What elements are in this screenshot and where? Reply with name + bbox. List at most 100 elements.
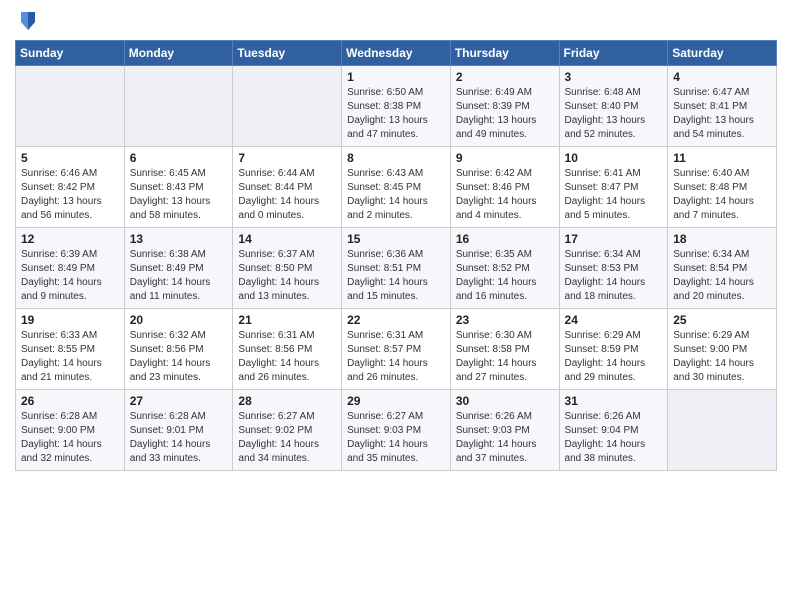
day-number: 6 xyxy=(130,151,228,165)
day-cell: 13 Sunrise: 6:38 AM Sunset: 8:49 PM Dayli… xyxy=(124,228,233,309)
day-cell: 30 Sunrise: 6:26 AM Sunset: 9:03 PM Dayli… xyxy=(450,390,559,471)
header-day-friday: Friday xyxy=(559,41,668,66)
page-header xyxy=(15,10,777,32)
day-number: 3 xyxy=(565,70,663,84)
day-cell: 18 Sunrise: 6:34 AM Sunset: 8:54 PM Dayli… xyxy=(668,228,777,309)
day-number: 7 xyxy=(238,151,336,165)
day-number: 4 xyxy=(673,70,771,84)
week-row-5: 26 Sunrise: 6:28 AM Sunset: 9:00 PM Dayli… xyxy=(16,390,777,471)
day-info: Sunrise: 6:27 AM Sunset: 9:03 PM Dayligh… xyxy=(347,410,445,466)
logo-icon xyxy=(19,10,37,32)
day-info: Sunrise: 6:44 AM Sunset: 8:44 PM Dayligh… xyxy=(238,167,336,223)
day-info: Sunrise: 6:26 AM Sunset: 9:04 PM Dayligh… xyxy=(565,410,663,466)
day-info: Sunrise: 6:27 AM Sunset: 9:02 PM Dayligh… xyxy=(238,410,336,466)
logo xyxy=(15,10,37,32)
week-row-1: 1 Sunrise: 6:50 AM Sunset: 8:38 PM Daylig… xyxy=(16,66,777,147)
calendar-table: SundayMondayTuesdayWednesdayThursdayFrid… xyxy=(15,40,777,471)
day-number: 18 xyxy=(673,232,771,246)
calendar-body: 1 Sunrise: 6:50 AM Sunset: 8:38 PM Daylig… xyxy=(16,66,777,471)
day-number: 19 xyxy=(21,313,119,327)
day-info: Sunrise: 6:32 AM Sunset: 8:56 PM Dayligh… xyxy=(130,329,228,385)
day-info: Sunrise: 6:29 AM Sunset: 8:59 PM Dayligh… xyxy=(565,329,663,385)
day-cell: 2 Sunrise: 6:49 AM Sunset: 8:39 PM Daylig… xyxy=(450,66,559,147)
day-info: Sunrise: 6:37 AM Sunset: 8:50 PM Dayligh… xyxy=(238,248,336,304)
day-info: Sunrise: 6:42 AM Sunset: 8:46 PM Dayligh… xyxy=(456,167,554,223)
day-cell: 27Sunrise: 6:28 AM Sunset: 9:01 PM Dayli… xyxy=(124,390,233,471)
header-day-wednesday: Wednesday xyxy=(342,41,451,66)
day-number: 14 xyxy=(238,232,336,246)
day-number: 26 xyxy=(21,394,119,408)
day-number: 1 xyxy=(347,70,445,84)
day-info: Sunrise: 6:41 AM Sunset: 8:47 PM Dayligh… xyxy=(565,167,663,223)
day-cell xyxy=(16,66,125,147)
day-cell: 10 Sunrise: 6:41 AM Sunset: 8:47 PM Dayli… xyxy=(559,147,668,228)
week-row-2: 5Sunrise: 6:46 AM Sunset: 8:42 PM Daylig… xyxy=(16,147,777,228)
day-cell: 23 Sunrise: 6:30 AM Sunset: 8:58 PM Dayli… xyxy=(450,309,559,390)
day-number: 16 xyxy=(456,232,554,246)
header-day-thursday: Thursday xyxy=(450,41,559,66)
day-number: 17 xyxy=(565,232,663,246)
day-number: 29 xyxy=(347,394,445,408)
day-cell: 25Sunrise: 6:29 AM Sunset: 9:00 PM Dayli… xyxy=(668,309,777,390)
day-info: Sunrise: 6:36 AM Sunset: 8:51 PM Dayligh… xyxy=(347,248,445,304)
day-info: Sunrise: 6:39 AM Sunset: 8:49 PM Dayligh… xyxy=(21,248,119,304)
day-cell: 5Sunrise: 6:46 AM Sunset: 8:42 PM Daylig… xyxy=(16,147,125,228)
day-cell xyxy=(668,390,777,471)
day-number: 23 xyxy=(456,313,554,327)
day-cell: 3 Sunrise: 6:48 AM Sunset: 8:40 PM Daylig… xyxy=(559,66,668,147)
day-info: Sunrise: 6:34 AM Sunset: 8:53 PM Dayligh… xyxy=(565,248,663,304)
day-number: 22 xyxy=(347,313,445,327)
day-cell: 19 Sunrise: 6:33 AM Sunset: 8:55 PM Dayli… xyxy=(16,309,125,390)
week-row-4: 19 Sunrise: 6:33 AM Sunset: 8:55 PM Dayli… xyxy=(16,309,777,390)
day-number: 30 xyxy=(456,394,554,408)
day-number: 9 xyxy=(456,151,554,165)
day-cell: 22 Sunrise: 6:31 AM Sunset: 8:57 PM Dayli… xyxy=(342,309,451,390)
day-cell: 29 Sunrise: 6:27 AM Sunset: 9:03 PM Dayli… xyxy=(342,390,451,471)
day-number: 2 xyxy=(456,70,554,84)
day-info: Sunrise: 6:43 AM Sunset: 8:45 PM Dayligh… xyxy=(347,167,445,223)
header-day-monday: Monday xyxy=(124,41,233,66)
day-cell: 4Sunrise: 6:47 AM Sunset: 8:41 PM Daylig… xyxy=(668,66,777,147)
day-info: Sunrise: 6:28 AM Sunset: 9:00 PM Dayligh… xyxy=(21,410,119,466)
day-info: Sunrise: 6:31 AM Sunset: 8:57 PM Dayligh… xyxy=(347,329,445,385)
day-cell: 26 Sunrise: 6:28 AM Sunset: 9:00 PM Dayli… xyxy=(16,390,125,471)
week-row-3: 12 Sunrise: 6:39 AM Sunset: 8:49 PM Dayli… xyxy=(16,228,777,309)
header-row: SundayMondayTuesdayWednesdayThursdayFrid… xyxy=(16,41,777,66)
day-info: Sunrise: 6:38 AM Sunset: 8:49 PM Dayligh… xyxy=(130,248,228,304)
header-day-tuesday: Tuesday xyxy=(233,41,342,66)
day-number: 10 xyxy=(565,151,663,165)
header-day-sunday: Sunday xyxy=(16,41,125,66)
day-cell: 14 Sunrise: 6:37 AM Sunset: 8:50 PM Dayli… xyxy=(233,228,342,309)
day-cell: 24Sunrise: 6:29 AM Sunset: 8:59 PM Dayli… xyxy=(559,309,668,390)
day-number: 11 xyxy=(673,151,771,165)
day-info: Sunrise: 6:30 AM Sunset: 8:58 PM Dayligh… xyxy=(456,329,554,385)
day-info: Sunrise: 6:26 AM Sunset: 9:03 PM Dayligh… xyxy=(456,410,554,466)
day-cell: 1 Sunrise: 6:50 AM Sunset: 8:38 PM Daylig… xyxy=(342,66,451,147)
day-info: Sunrise: 6:50 AM Sunset: 8:38 PM Dayligh… xyxy=(347,86,445,142)
day-info: Sunrise: 6:28 AM Sunset: 9:01 PM Dayligh… xyxy=(130,410,228,466)
day-number: 8 xyxy=(347,151,445,165)
day-number: 12 xyxy=(21,232,119,246)
day-cell: 8 Sunrise: 6:43 AM Sunset: 8:45 PM Daylig… xyxy=(342,147,451,228)
day-info: Sunrise: 6:29 AM Sunset: 9:00 PM Dayligh… xyxy=(673,329,771,385)
day-number: 31 xyxy=(565,394,663,408)
day-number: 13 xyxy=(130,232,228,246)
day-info: Sunrise: 6:33 AM Sunset: 8:55 PM Dayligh… xyxy=(21,329,119,385)
day-cell: 9 Sunrise: 6:42 AM Sunset: 8:46 PM Daylig… xyxy=(450,147,559,228)
day-cell: 21Sunrise: 6:31 AM Sunset: 8:56 PM Dayli… xyxy=(233,309,342,390)
day-info: Sunrise: 6:48 AM Sunset: 8:40 PM Dayligh… xyxy=(565,86,663,142)
day-info: Sunrise: 6:34 AM Sunset: 8:54 PM Dayligh… xyxy=(673,248,771,304)
day-info: Sunrise: 6:46 AM Sunset: 8:42 PM Dayligh… xyxy=(21,167,119,223)
day-cell: 6 Sunrise: 6:45 AM Sunset: 8:43 PM Daylig… xyxy=(124,147,233,228)
day-cell: 17 Sunrise: 6:34 AM Sunset: 8:53 PM Dayli… xyxy=(559,228,668,309)
day-cell: 11Sunrise: 6:40 AM Sunset: 8:48 PM Dayli… xyxy=(668,147,777,228)
day-info: Sunrise: 6:49 AM Sunset: 8:39 PM Dayligh… xyxy=(456,86,554,142)
day-number: 20 xyxy=(130,313,228,327)
header-day-saturday: Saturday xyxy=(668,41,777,66)
day-cell: 15Sunrise: 6:36 AM Sunset: 8:51 PM Dayli… xyxy=(342,228,451,309)
day-cell xyxy=(124,66,233,147)
day-cell: 20 Sunrise: 6:32 AM Sunset: 8:56 PM Dayli… xyxy=(124,309,233,390)
day-number: 21 xyxy=(238,313,336,327)
day-cell: 12 Sunrise: 6:39 AM Sunset: 8:49 PM Dayli… xyxy=(16,228,125,309)
day-info: Sunrise: 6:45 AM Sunset: 8:43 PM Dayligh… xyxy=(130,167,228,223)
